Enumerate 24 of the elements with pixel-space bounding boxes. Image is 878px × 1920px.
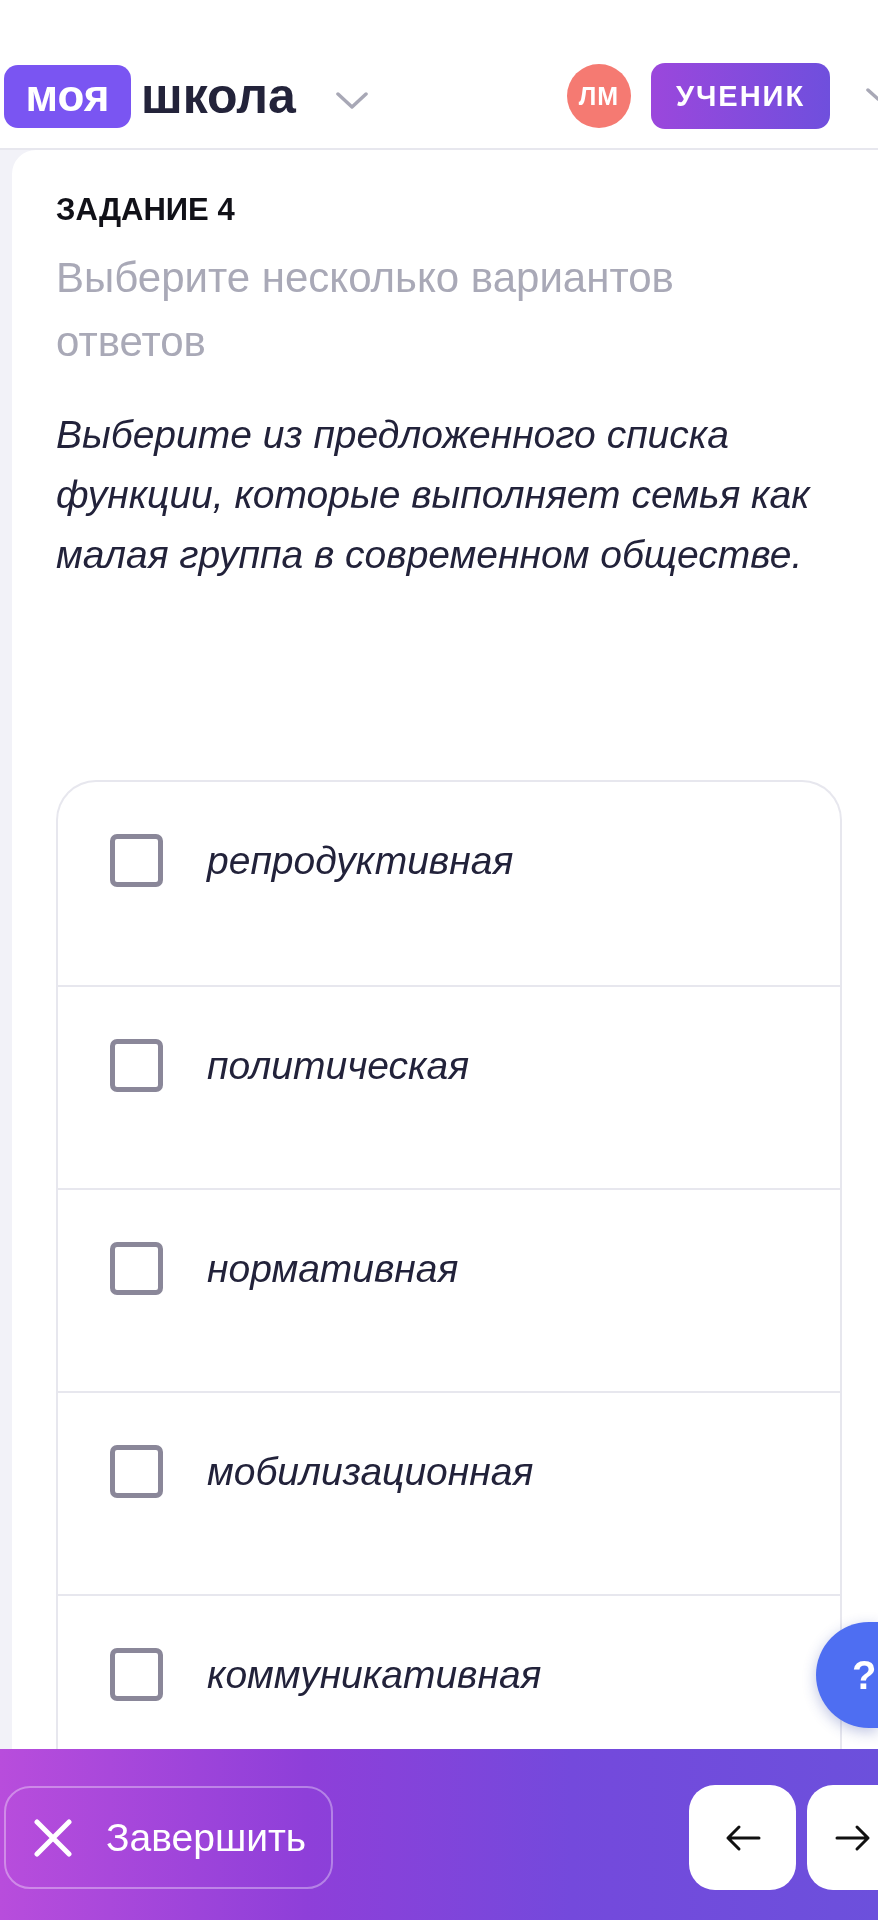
arrow-left-icon [724, 1823, 761, 1852]
task-number: ЗАДАНИЕ 4 [56, 192, 236, 228]
option-label[interactable]: политическая [207, 1039, 470, 1092]
option-label[interactable]: репродуктивная [207, 834, 514, 887]
close-icon [34, 1818, 72, 1857]
role-badge[interactable]: УЧЕНИК [651, 63, 830, 129]
finish-button[interactable]: Завершить [4, 1786, 333, 1889]
checkbox[interactable] [110, 1242, 163, 1295]
option-label[interactable]: коммуникативная [207, 1648, 542, 1701]
chevron-down-icon[interactable] [866, 88, 878, 104]
task-hint: Выберите несколько вариантов ответов [56, 253, 675, 367]
previous-button[interactable] [689, 1785, 796, 1890]
checkbox[interactable] [110, 1445, 163, 1498]
checkbox[interactable] [110, 834, 163, 887]
checkbox[interactable] [110, 1039, 163, 1092]
arrow-right-icon [835, 1823, 871, 1852]
logo-badge: моя [4, 64, 131, 128]
question-text: Выберите из предложенного списка функции, которые выполняет семья как малая группа в современном обществе. [56, 412, 812, 578]
chevron-down-icon[interactable] [335, 91, 368, 109]
option-label[interactable]: мобилизационная [207, 1445, 534, 1498]
option-label[interactable]: нормативная [207, 1242, 459, 1295]
checkbox[interactable] [110, 1648, 163, 1701]
logo-text: школа [141, 67, 296, 125]
next-button[interactable] [807, 1785, 878, 1890]
